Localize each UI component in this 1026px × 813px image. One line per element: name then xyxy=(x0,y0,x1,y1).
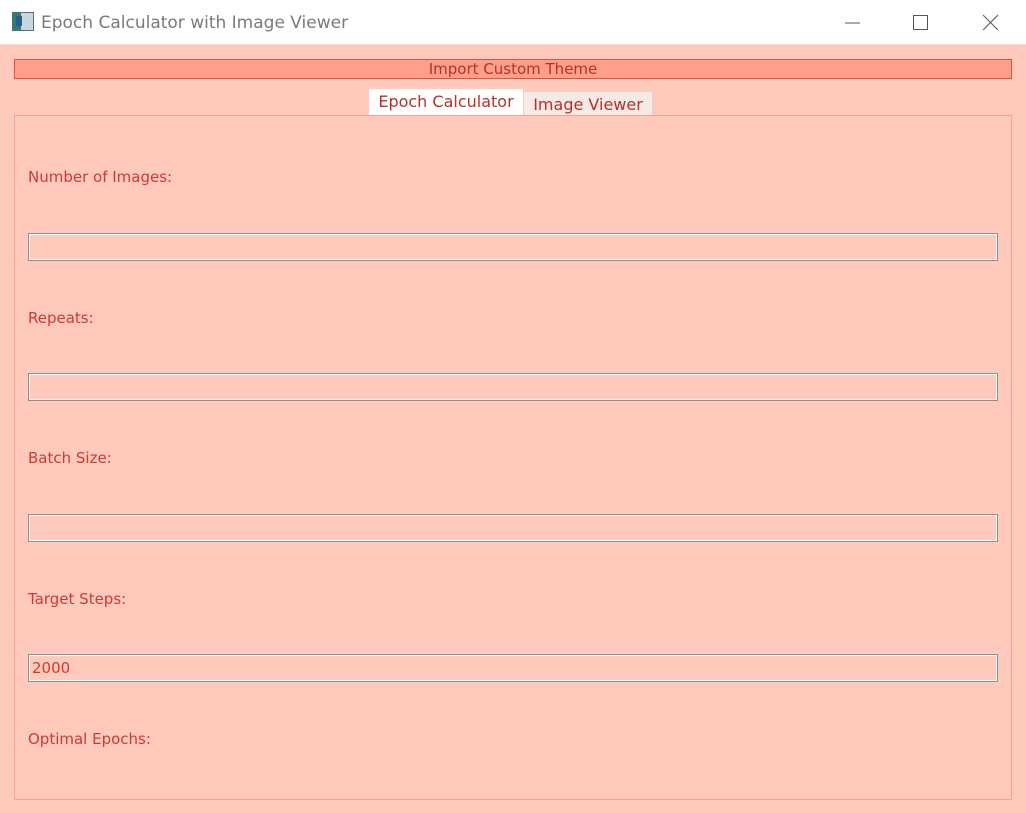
optimal-epochs-label: Optimal Epochs: xyxy=(28,730,151,748)
minimize-icon xyxy=(845,22,860,24)
minimize-button[interactable] xyxy=(822,0,882,45)
number-of-images-label: Number of Images: xyxy=(28,168,173,186)
window-title: Epoch Calculator with Image Viewer xyxy=(41,13,349,33)
epoch-calculator-panel xyxy=(14,115,1012,800)
tab-epoch-calculator[interactable]: Epoch Calculator xyxy=(369,89,523,115)
import-theme-button[interactable]: Import Custom Theme xyxy=(14,59,1012,79)
tab-image-viewer[interactable]: Image Viewer xyxy=(523,91,653,115)
maximize-icon xyxy=(913,15,928,30)
target-steps-input[interactable] xyxy=(28,654,998,682)
repeats-label: Repeats: xyxy=(28,309,94,327)
app-icon xyxy=(12,12,34,31)
batch-size-input[interactable] xyxy=(28,514,998,542)
batch-size-label: Batch Size: xyxy=(28,449,112,467)
target-steps-label: Target Steps: xyxy=(28,590,127,608)
title-bar: Epoch Calculator with Image Viewer xyxy=(0,0,1026,45)
number-of-images-input[interactable] xyxy=(28,233,998,261)
close-icon xyxy=(982,14,999,31)
close-button[interactable] xyxy=(960,0,1020,45)
maximize-button[interactable] xyxy=(890,0,950,45)
repeats-input[interactable] xyxy=(28,373,998,401)
